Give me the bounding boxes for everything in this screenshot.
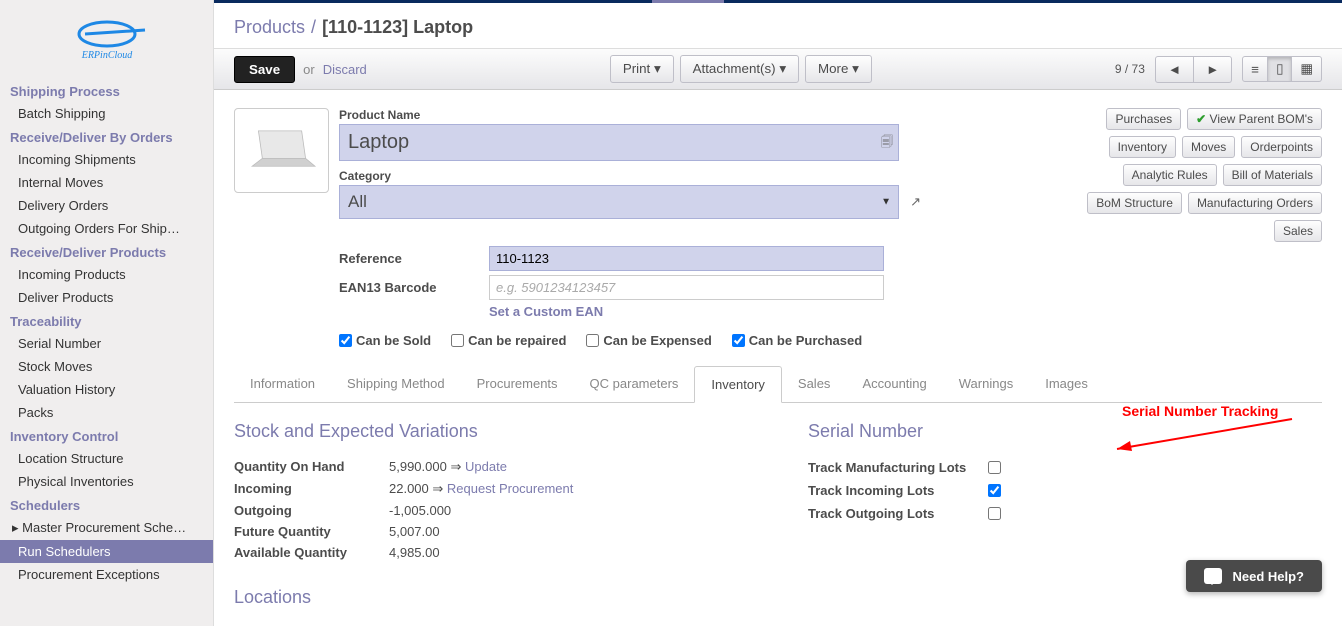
tabs: Information Shipping Method Procurements… <box>234 366 1322 403</box>
sidebar-item[interactable]: Deliver Products <box>0 286 213 309</box>
sidebar-item[interactable]: Valuation History <box>0 378 213 401</box>
sidebar-item[interactable]: Incoming Products <box>0 263 213 286</box>
category-select[interactable] <box>339 185 899 219</box>
menu-heading[interactable]: Receive/Deliver By Orders <box>0 125 213 148</box>
more-button[interactable]: More ▾ <box>805 55 872 83</box>
product-name-input[interactable] <box>339 124 899 161</box>
reference-label: Reference <box>339 251 489 266</box>
can-be-repaired-checkbox[interactable]: Can be repaired <box>451 333 566 348</box>
can-be-sold-checkbox[interactable]: Can be Sold <box>339 333 431 348</box>
sidebar-item[interactable]: Internal Moves <box>0 171 213 194</box>
sidebar-item[interactable]: Packs <box>0 401 213 424</box>
purchases-button[interactable]: Purchases <box>1106 108 1181 130</box>
stat-buttons: Purchases ✔ View Parent BOM's Inventory … <box>1087 108 1322 242</box>
product-name-label: Product Name <box>339 108 899 122</box>
serial-heading: Serial Number <box>808 421 1322 442</box>
sidebar-item[interactable]: Incoming Shipments <box>0 148 213 171</box>
tab-images[interactable]: Images <box>1029 366 1104 402</box>
sidebar: ERPinCloud Shipping ProcessBatch Shippin… <box>0 0 214 626</box>
discard-link[interactable]: Discard <box>323 62 367 77</box>
product-image[interactable] <box>234 108 329 193</box>
menu-heading[interactable]: Schedulers <box>0 493 213 516</box>
breadcrumb: Products / [110-1123] Laptop <box>214 3 1342 48</box>
sidebar-item[interactable]: Outgoing Orders For Ship… <box>0 217 213 240</box>
breadcrumb-products[interactable]: Products <box>234 17 305 38</box>
request-procurement-link[interactable]: Request Procurement <box>447 481 573 496</box>
tab-inventory[interactable]: Inventory <box>694 366 781 403</box>
need-help-button[interactable]: Need Help? <box>1186 560 1322 592</box>
translate-icon[interactable]: 🗐 <box>881 132 893 153</box>
locations-heading: Locations <box>234 587 748 608</box>
sidebar-item[interactable]: ▸ Master Procurement Sche… <box>0 516 213 540</box>
tab-accounting[interactable]: Accounting <box>846 366 942 402</box>
tab-warnings[interactable]: Warnings <box>943 366 1029 402</box>
set-custom-ean-link[interactable]: Set a Custom EAN <box>489 304 603 319</box>
tab-shipping-method[interactable]: Shipping Method <box>331 366 461 402</box>
view-list[interactable]: ≡ <box>1242 56 1268 82</box>
category-label: Category <box>339 169 899 183</box>
sidebar-item[interactable]: Run Schedulers <box>0 540 213 563</box>
bom-structure-button[interactable]: BoM Structure <box>1087 192 1182 214</box>
print-button[interactable]: Print ▾ <box>610 55 674 83</box>
pager-prev[interactable]: ◄ <box>1155 56 1194 83</box>
tab-qc-parameters[interactable]: QC parameters <box>574 366 695 402</box>
checkmark-icon: ✔ <box>1196 112 1206 126</box>
menu-heading[interactable]: Shipping Process <box>0 79 213 102</box>
update-link[interactable]: Update <box>465 459 507 474</box>
sidebar-item[interactable]: Batch Shipping <box>0 102 213 125</box>
top-nav-bar <box>214 0 1342 3</box>
menu-heading[interactable]: Inventory Control <box>0 424 213 447</box>
inventory-button[interactable]: Inventory <box>1109 136 1176 158</box>
tab-procurements[interactable]: Procurements <box>461 366 574 402</box>
track-outgoing-checkbox[interactable] <box>988 507 1001 520</box>
can-be-purchased-checkbox[interactable]: Can be Purchased <box>732 333 862 348</box>
caret-down-icon: ▾ <box>852 61 859 76</box>
caret-down-icon: ▾ <box>654 61 661 76</box>
sidebar-item[interactable]: Physical Inventories <box>0 470 213 493</box>
ean13-input[interactable] <box>489 275 884 300</box>
caret-down-icon: ▾ <box>779 61 786 76</box>
stock-heading: Stock and Expected Variations <box>234 421 748 442</box>
logo: ERPinCloud <box>0 8 213 79</box>
reference-input[interactable] <box>489 246 884 271</box>
sidebar-item[interactable]: Procurement Exceptions <box>0 563 213 586</box>
manufacturing-orders-button[interactable]: Manufacturing Orders <box>1188 192 1322 214</box>
ean13-label: EAN13 Barcode <box>339 280 489 295</box>
attachments-button[interactable]: Attachment(s) ▾ <box>680 55 799 83</box>
toolbar: Save or Discard Print ▾ Attachment(s) ▾ … <box>214 48 1342 90</box>
analytic-rules-button[interactable]: Analytic Rules <box>1123 164 1217 186</box>
sidebar-item[interactable]: Location Structure <box>0 447 213 470</box>
can-be-expensed-checkbox[interactable]: Can be Expensed <box>586 333 711 348</box>
pager-text: 9 / 73 <box>1115 62 1145 76</box>
tab-sales[interactable]: Sales <box>782 366 847 402</box>
menu-heading[interactable]: Traceability <box>0 309 213 332</box>
moves-button[interactable]: Moves <box>1182 136 1235 158</box>
view-kanban[interactable]: ▦ <box>1292 56 1322 82</box>
view-form[interactable]: ▯ <box>1268 56 1292 82</box>
chat-icon <box>1204 568 1222 584</box>
bill-of-materials-button[interactable]: Bill of Materials <box>1223 164 1322 186</box>
sidebar-item[interactable]: Delivery Orders <box>0 194 213 217</box>
pager-next[interactable]: ► <box>1194 56 1232 83</box>
external-link-icon[interactable]: ↗ <box>910 194 921 210</box>
view-parent-bom-button[interactable]: ✔ View Parent BOM's <box>1187 108 1322 130</box>
menu-heading[interactable]: Receive/Deliver Products <box>0 240 213 263</box>
sidebar-item[interactable]: Serial Number <box>0 332 213 355</box>
orderpoints-button[interactable]: Orderpoints <box>1241 136 1322 158</box>
page-title: [110-1123] Laptop <box>322 17 473 38</box>
sidebar-item[interactable]: Stock Moves <box>0 355 213 378</box>
track-manufacturing-checkbox[interactable] <box>988 461 1001 474</box>
svg-text:ERPinCloud: ERPinCloud <box>80 50 133 60</box>
sales-button[interactable]: Sales <box>1274 220 1322 242</box>
tab-information[interactable]: Information <box>234 366 331 402</box>
track-incoming-checkbox[interactable] <box>988 484 1001 497</box>
save-button[interactable]: Save <box>234 56 295 83</box>
